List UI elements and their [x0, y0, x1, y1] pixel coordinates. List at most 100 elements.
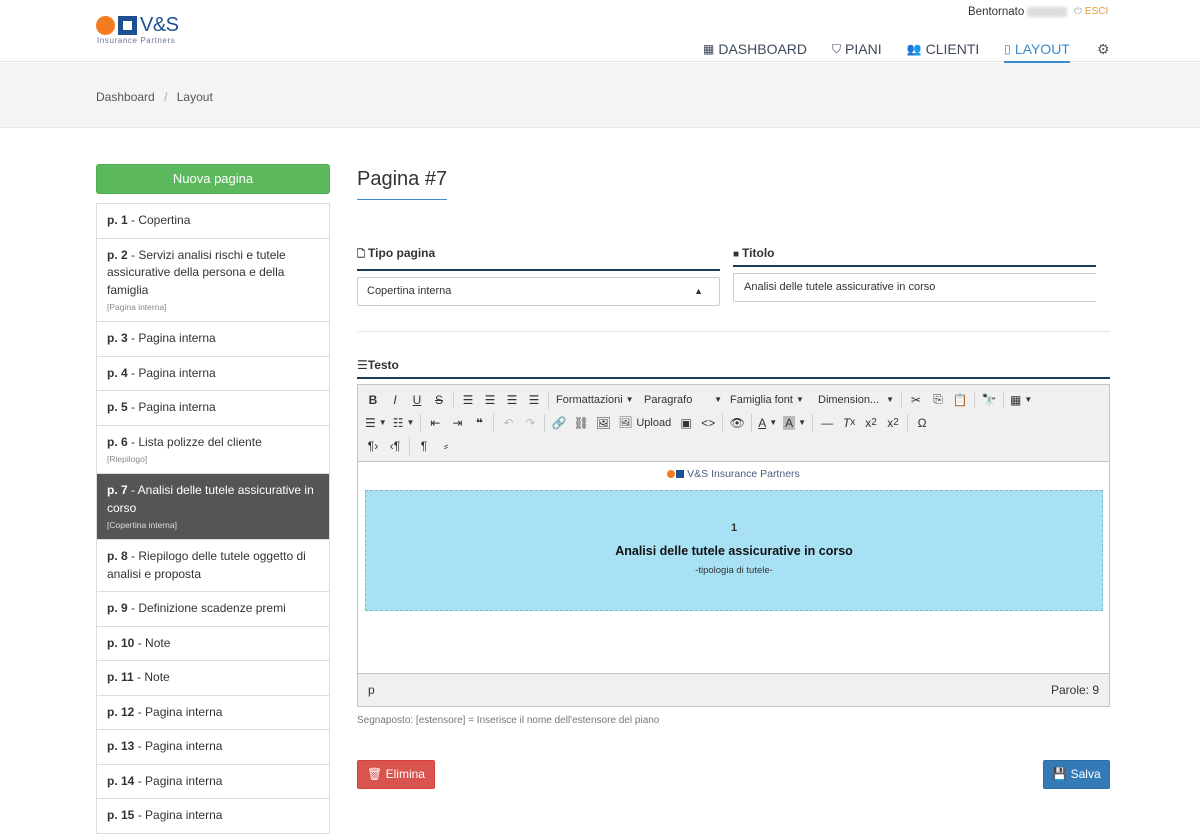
word-count: Parole: 9 [1050, 683, 1099, 697]
redo-icon[interactable]: ↷ [519, 412, 541, 433]
find-replace-icon[interactable]: 🔭 [978, 389, 1000, 410]
formattazioni-dropdown[interactable]: Formattazioni ▼ [552, 389, 640, 410]
copy-icon[interactable]: ⎘ [927, 389, 949, 410]
nav-dashboard[interactable]: ▦ DASHBOARD [703, 36, 807, 62]
breadcrumb-separator: / [164, 90, 168, 104]
upload-image-button[interactable]: 🖼 Upload [614, 412, 675, 433]
paragrafo-dropdown[interactable]: Paragrafo ▼ [640, 389, 726, 410]
content-banner[interactable]: 1 Analisi delle tutele assicurative in c… [365, 490, 1103, 611]
page-list-item[interactable]: p. 3 - Pagina interna [97, 322, 329, 357]
page-type-tag: [Copertina interna] [107, 520, 177, 530]
clear-formatting-icon[interactable]: Tx [838, 412, 860, 433]
page-list-item[interactable]: p. 4 - Pagina interna [97, 357, 329, 391]
page-list-item[interactable]: p. 13 - Pagina interna [97, 730, 329, 765]
delete-button[interactable]: 🗑 Elimina [357, 760, 435, 789]
users-icon: 👥 [906, 42, 922, 56]
tipo-pagina-select[interactable]: Copertina interna ▲ [357, 277, 720, 306]
brand-tagline: Insurance Partners [97, 36, 176, 45]
page-title: - Pagina interna [127, 331, 216, 345]
page-number: p. 6 [107, 434, 128, 449]
page-list-item[interactable]: p. 1 - Copertina [97, 204, 329, 239]
image-icon[interactable]: 🖼 [592, 412, 614, 433]
horizontal-rule-icon[interactable]: — [816, 412, 838, 433]
media-icon[interactable]: ▣ [675, 412, 697, 433]
show-blocks-icon[interactable]: ¶ [413, 435, 435, 456]
unlink-icon[interactable]: ⛓ [570, 412, 592, 433]
source-code-icon[interactable]: <> [697, 412, 719, 433]
nav-piani[interactable]: ⛉ PIANI [832, 36, 882, 62]
page-number: p. 8 [107, 549, 128, 563]
text-color-icon[interactable]: A ▼ [755, 412, 780, 433]
save-button[interactable]: 💾 Salva [1043, 760, 1110, 789]
superscript-icon[interactable]: x2 [882, 412, 904, 433]
nav-clienti[interactable]: 👥 CLIENTI [907, 36, 980, 62]
page-list-item[interactable]: p. 7 - Analisi delle tutele assicurative… [97, 474, 329, 540]
page-list-item[interactable]: p. 11 - Note [97, 661, 329, 696]
indent-icon[interactable]: ⇥ [446, 412, 468, 433]
logo-circle-icon [667, 470, 676, 478]
bullet-list-icon[interactable]: ☰ ▼ [362, 412, 390, 433]
align-left-icon[interactable]: ☰ [457, 389, 479, 410]
table-icon[interactable]: ▦ ▼ [1007, 389, 1035, 410]
paste-icon[interactable]: 📋 [949, 389, 971, 410]
element-path[interactable]: p [368, 683, 375, 697]
page-number: p. 3 [107, 331, 128, 345]
subscript-icon[interactable]: x2 [860, 412, 882, 433]
align-center-icon[interactable]: ☰ [479, 389, 501, 410]
align-justify-icon: ☰ [357, 358, 368, 372]
page-list-item[interactable]: p. 2 - Servizi analisi rischi e tutele a… [97, 239, 329, 322]
page-type-tag: [Riepilogo] [107, 454, 148, 464]
brand-logo[interactable]: V&S Insurance Partners [96, 14, 179, 45]
underline-icon[interactable]: U [406, 389, 428, 410]
page-number: p. 10 [107, 635, 135, 650]
background-color-icon[interactable]: A ▼ [780, 412, 809, 433]
undo-icon[interactable]: ↶ [497, 412, 519, 433]
italic-icon[interactable]: I [384, 389, 406, 410]
page-list-item[interactable]: p. 9 - Definizione scadenze premi [97, 592, 329, 627]
bold-icon[interactable]: B [362, 389, 384, 410]
pages-sidebar: Nuova pagina p. 1 - Copertina p. 2 - Serv… [96, 164, 330, 834]
font-size-dropdown[interactable]: Dimension... ▼ [814, 389, 898, 410]
breadcrumb-dashboard[interactable]: Dashboard [96, 90, 155, 104]
page-title: - Analisi delle tutele assicurative in c… [107, 483, 314, 515]
username-blurred [1027, 6, 1068, 17]
preview-eye-icon[interactable]: 👁 [726, 412, 748, 433]
logout-link[interactable]: ⏻ ESCI [1074, 6, 1108, 17]
page-list-item[interactable]: p. 10 - Note [97, 627, 329, 661]
settings-gear-icon[interactable]: ⚙ [1097, 36, 1110, 62]
font-family-dropdown[interactable]: Famiglia font ▼ [726, 389, 814, 410]
page-list-item[interactable]: p. 12 - Pagina interna [97, 696, 329, 730]
outdent-icon[interactable]: ⇤ [424, 412, 446, 433]
page-list-item[interactable]: p. 15 - Pagina interna [97, 799, 329, 834]
page-list-item[interactable]: p. 6 - Lista polizze del cliente [Riepilo… [97, 426, 329, 474]
page-list-item[interactable]: p. 14 - Pagina interna [97, 765, 329, 799]
page-list-item[interactable]: p. 5 - Pagina interna [97, 391, 329, 426]
page-number: p. 1 [107, 213, 128, 227]
logo-circle-icon [96, 16, 115, 35]
link-icon[interactable]: 🔗 [548, 412, 570, 433]
strikethrough-icon[interactable]: S [428, 389, 450, 410]
shield-icon: ⛉ [832, 41, 842, 56]
main-nav: ▦ DASHBOARD ⛉ PIANI 👥 CLIENTI ▯ LAYOUT ⚙ [703, 36, 1134, 63]
ltr-direction-icon[interactable]: ¶› [362, 435, 384, 456]
special-char-icon[interactable]: Ω [911, 412, 933, 433]
blockquote-icon[interactable]: ❝ [468, 412, 490, 433]
cut-icon[interactable]: ✂ [905, 389, 927, 410]
titolo-input[interactable]: Analisi delle tutele assicurative in cor… [733, 273, 1096, 302]
toolbar-separator [409, 436, 410, 455]
toolbar-separator [751, 413, 753, 432]
new-page-button[interactable]: Nuova pagina [96, 164, 330, 194]
page-type-tag: [Pagina interna] [107, 302, 167, 312]
nav-layout[interactable]: ▯ LAYOUT [1004, 36, 1070, 63]
numbered-list-icon[interactable]: ☷ ▼ [390, 412, 418, 433]
rtl-direction-icon[interactable]: ‹¶ [384, 435, 406, 456]
editor-content[interactable]: V&S Insurance Partners 1 Analisi delle t… [358, 462, 1109, 674]
page-title: - Pagina interna [127, 365, 216, 380]
grid-icon: ▦ [703, 42, 715, 56]
align-right-icon[interactable]: ☰ [501, 389, 523, 410]
align-justify-icon[interactable]: ☰ [523, 389, 545, 410]
page-list-item[interactable]: p. 8 - Riepilogo delle tutele oggetto di… [97, 540, 329, 592]
page-break-icon[interactable]: ⸗ [435, 435, 457, 456]
toolbar-separator [548, 390, 549, 409]
toolbar-separator [453, 390, 454, 409]
